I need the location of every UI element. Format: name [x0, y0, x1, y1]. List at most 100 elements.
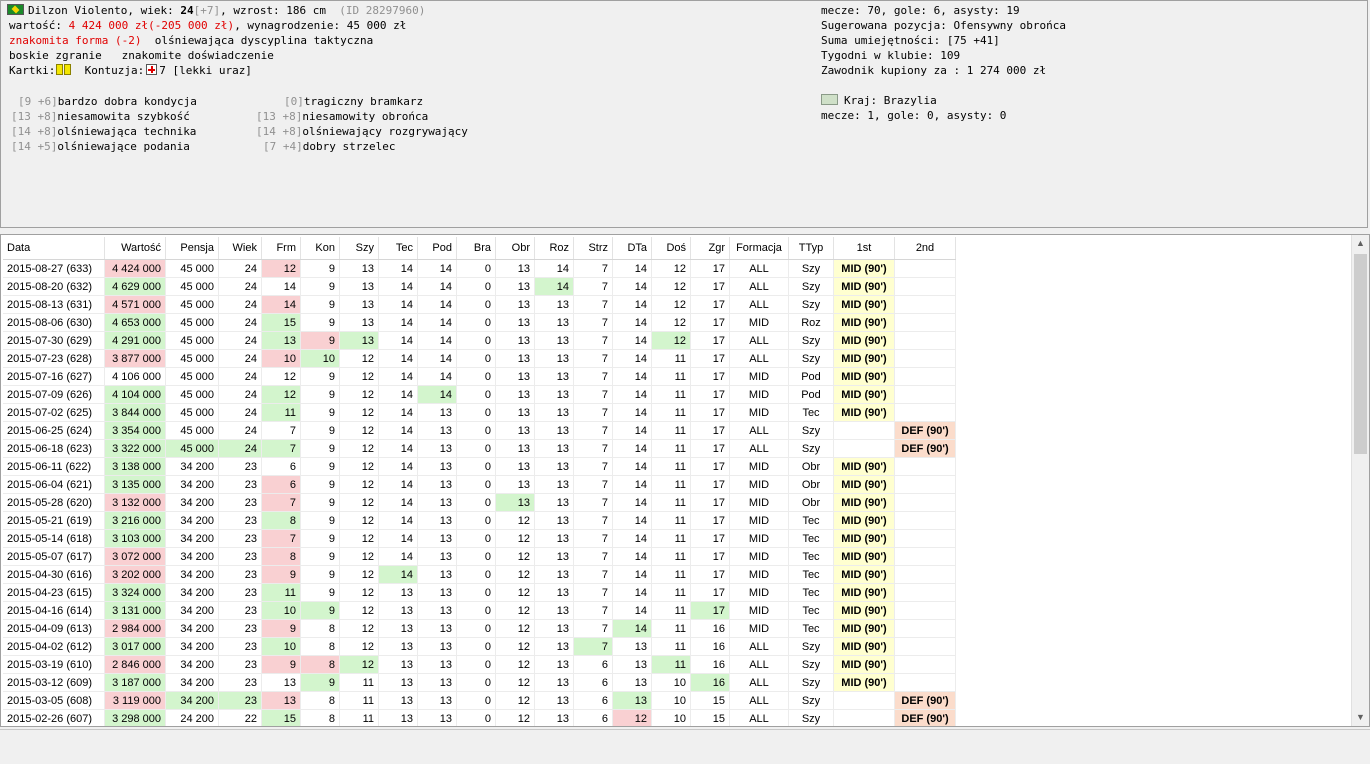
- table-row[interactable]: 2015-07-09 (626) 4 104 000 45 000 24 12 9 12 14…: [3, 385, 956, 404]
- column-header-tec[interactable]: Tec: [378, 237, 418, 260]
- table-cell: 12: [339, 367, 379, 386]
- table-row[interactable]: 2015-05-28 (620) 3 132 000 34 200 23 7 9 12 14 1…: [3, 493, 956, 512]
- table-cell: 13: [495, 421, 535, 440]
- scroll-up-icon[interactable]: ▲: [1352, 235, 1369, 252]
- table-cell: ALL: [729, 709, 789, 726]
- column-header-ttyp[interactable]: TTyp: [788, 237, 834, 260]
- table-cell: 3 216 000: [104, 511, 166, 530]
- table-cell: 13: [339, 277, 379, 296]
- table-row[interactable]: 2015-03-12 (609) 3 187 000 34 200 23 13 9 11 13…: [3, 673, 956, 692]
- column-header-dta[interactable]: DTa: [612, 237, 652, 260]
- table-cell: 14: [378, 493, 418, 512]
- scrollbar-thumb[interactable]: [1354, 254, 1367, 454]
- table-cell: 13: [534, 709, 574, 726]
- column-header-roz[interactable]: Roz: [534, 237, 574, 260]
- column-header-szy[interactable]: Szy: [339, 237, 379, 260]
- table-row[interactable]: 2015-05-21 (619) 3 216 000 34 200 23 8 9 12 14 1…: [3, 511, 956, 530]
- table-cell: 17: [690, 529, 730, 548]
- table-row[interactable]: 2015-03-05 (608) 3 119 000 34 200 23 13 8 11 13…: [3, 691, 956, 710]
- history-grid[interactable]: Data Wartość Pensja Wiek Frm Kon Szy Tec Pod Bra O…: [0, 234, 1370, 727]
- table-cell: 2015-07-09 (626): [3, 385, 105, 404]
- table-row[interactable]: 2015-08-27 (633) 4 424 000 45 000 24 12 9 13 14…: [3, 259, 956, 278]
- table-cell: 11: [651, 439, 691, 458]
- table-cell: [894, 259, 956, 278]
- table-row[interactable]: 2015-08-13 (631) 4 571 000 45 000 24 14 9 13 14…: [3, 295, 956, 314]
- column-header-doś[interactable]: Doś: [651, 237, 691, 260]
- table-cell: MID: [729, 619, 789, 638]
- vertical-scrollbar[interactable]: ▲ ▼: [1351, 235, 1369, 726]
- table-cell: Tec: [788, 565, 834, 584]
- table-cell: Szy: [788, 277, 834, 296]
- table-cell: 4 653 000: [104, 313, 166, 332]
- table-cell: 7: [573, 529, 613, 548]
- table-cell: MID (90'): [833, 475, 895, 494]
- table-row[interactable]: 2015-05-07 (617) 3 072 000 34 200 23 8 9 12 14 1…: [3, 547, 956, 566]
- scroll-down-icon[interactable]: ▼: [1352, 709, 1369, 726]
- column-header-1st[interactable]: 1st: [833, 237, 895, 260]
- table-cell: 24: [218, 349, 262, 368]
- table-cell: 0: [456, 277, 496, 296]
- table-cell: 2015-06-18 (623): [3, 439, 105, 458]
- table-cell: 12: [339, 475, 379, 494]
- column-header-obr[interactable]: Obr: [495, 237, 535, 260]
- column-header-wartość[interactable]: Wartość: [104, 237, 166, 260]
- column-header-kon[interactable]: Kon: [300, 237, 340, 260]
- table-cell: 13: [534, 457, 574, 476]
- table-row[interactable]: 2015-04-09 (613) 2 984 000 34 200 23 9 8 12 13 1…: [3, 619, 956, 638]
- table-row[interactable]: 2015-04-16 (614) 3 131 000 34 200 23 10 9 12 13…: [3, 601, 956, 620]
- column-header-frm[interactable]: Frm: [261, 237, 301, 260]
- table-cell: MID: [729, 457, 789, 476]
- table-row[interactable]: 2015-04-02 (612) 3 017 000 34 200 23 10 8 12 13…: [3, 637, 956, 656]
- column-header-formacja[interactable]: Formacja: [729, 237, 789, 260]
- table-cell: 14: [417, 313, 457, 332]
- table-row[interactable]: 2015-03-19 (610) 2 846 000 34 200 23 9 8 12 13 1…: [3, 655, 956, 674]
- table-cell: 11: [651, 511, 691, 530]
- table-cell: 7: [573, 421, 613, 440]
- table-cell: [894, 619, 956, 638]
- table-cell: 13: [495, 385, 535, 404]
- column-header-pod[interactable]: Pod: [417, 237, 457, 260]
- column-header-strz[interactable]: Strz: [573, 237, 613, 260]
- table-row[interactable]: 2015-08-20 (632) 4 629 000 45 000 24 14 9 13 14…: [3, 277, 956, 296]
- table-row[interactable]: 2015-07-16 (627) 4 106 000 45 000 24 12 9 12 14…: [3, 367, 956, 386]
- table-cell: 8: [300, 655, 340, 674]
- table-cell: MID (90'): [833, 583, 895, 602]
- column-header-bra[interactable]: Bra: [456, 237, 496, 260]
- table-cell: 9: [300, 403, 340, 422]
- table-cell: Tec: [788, 601, 834, 620]
- table-row[interactable]: 2015-05-14 (618) 3 103 000 34 200 23 7 9 12 14 1…: [3, 529, 956, 548]
- table-row[interactable]: 2015-06-11 (622) 3 138 000 34 200 23 6 9 12 14 1…: [3, 457, 956, 476]
- table-cell: 14: [417, 331, 457, 350]
- column-header-data[interactable]: Data: [3, 237, 105, 260]
- table-cell: MID (90'): [833, 331, 895, 350]
- table-row[interactable]: 2015-04-30 (616) 3 202 000 34 200 23 9 9 12 14 1…: [3, 565, 956, 584]
- table-row[interactable]: 2015-07-02 (625) 3 844 000 45 000 24 11 9 12 14…: [3, 403, 956, 422]
- column-header-2nd[interactable]: 2nd: [894, 237, 956, 260]
- table-cell: 2015-07-16 (627): [3, 367, 105, 386]
- table-row[interactable]: 2015-06-04 (621) 3 135 000 34 200 23 6 9 12 14 1…: [3, 475, 956, 494]
- table-cell: MID (90'): [833, 277, 895, 296]
- column-header-pensja[interactable]: Pensja: [165, 237, 219, 260]
- table-cell: [894, 601, 956, 620]
- column-header-zgr[interactable]: Zgr: [690, 237, 730, 260]
- table-cell: 23: [218, 475, 262, 494]
- table-cell: 0: [456, 637, 496, 656]
- skill-speed: [13 +8]niesamowita szybkość: [11, 110, 190, 123]
- table-cell: 14: [261, 277, 301, 296]
- table-row[interactable]: 2015-07-30 (629) 4 291 000 45 000 24 13 9 13 14…: [3, 331, 956, 350]
- column-header-wiek[interactable]: Wiek: [218, 237, 262, 260]
- table-row[interactable]: 2015-04-23 (615) 3 324 000 34 200 23 11 9 12 13…: [3, 583, 956, 602]
- table-row[interactable]: 2015-07-23 (628) 3 877 000 45 000 24 10 10 12 1…: [3, 349, 956, 368]
- table-cell: 15: [690, 691, 730, 710]
- table-cell: 13: [534, 367, 574, 386]
- table-cell: [894, 655, 956, 674]
- table-cell: 34 200: [165, 673, 219, 692]
- table-cell: 13: [534, 313, 574, 332]
- table-row[interactable]: 2015-08-06 (630) 4 653 000 45 000 24 15 9 13 14…: [3, 313, 956, 332]
- table-cell: 7: [573, 313, 613, 332]
- table-row[interactable]: 2015-06-25 (624) 3 354 000 45 000 24 7 9 12 14 1…: [3, 421, 956, 440]
- table-row[interactable]: 2015-06-18 (623) 3 322 000 45 000 24 7 9 12 14 1…: [3, 439, 956, 458]
- table-cell: 14: [612, 259, 652, 278]
- table-row[interactable]: 2015-02-26 (607) 3 298 000 24 200 22 15 8 11 13…: [3, 709, 956, 726]
- table-cell: 13: [417, 619, 457, 638]
